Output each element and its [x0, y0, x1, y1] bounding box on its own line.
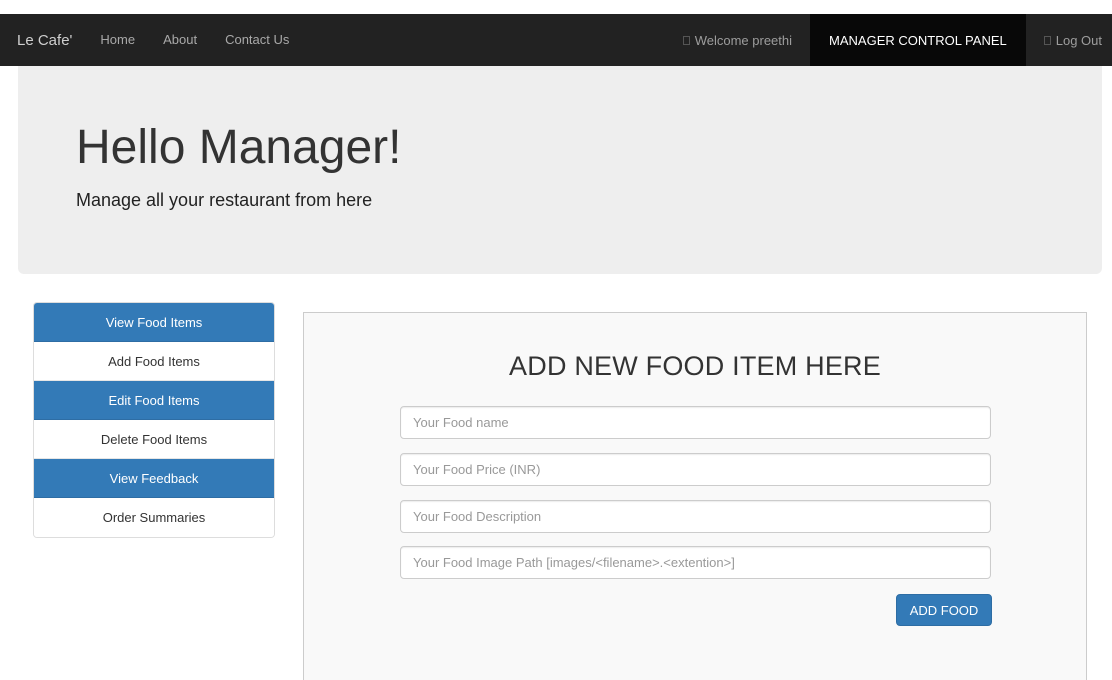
menu-item-label: Delete Food Items — [100, 431, 208, 447]
control-panel-label: MANAGER CONTROL PANEL — [829, 32, 1007, 48]
food-price-input[interactable] — [400, 453, 991, 486]
manager-control-panel-link[interactable]: MANAGER CONTROL PANEL — [810, 14, 1026, 66]
nav-about-link[interactable]: About — [149, 14, 211, 66]
manager-side-menu: View Food Items Add Food Items Edit Food… — [33, 302, 275, 538]
add-food-form-panel: ADD NEW FOOD ITEM HERE ADD FOOD — [303, 312, 1087, 680]
food-name-input[interactable] — [400, 406, 991, 439]
menu-view-food-items[interactable]: View Food Items — [34, 303, 274, 342]
menu-add-food-items[interactable]: Add Food Items — [34, 342, 274, 381]
menu-item-label: Edit Food Items — [108, 392, 200, 408]
menu-view-feedback[interactable]: View Feedback — [34, 459, 274, 498]
brand-link[interactable]: Le Cafe' — [17, 32, 72, 49]
nav-right-group: Welcome preethi MANAGER CONTROL PANEL Lo… — [673, 14, 1112, 66]
food-description-input[interactable] — [400, 500, 991, 533]
add-food-button[interactable]: ADD FOOD — [896, 594, 992, 626]
page-title: Hello Manager! — [76, 121, 402, 174]
form-heading: ADD NEW FOOD ITEM HERE — [509, 351, 881, 381]
logout-icon — [1043, 35, 1051, 45]
nav-contact-link[interactable]: Contact Us — [211, 14, 303, 66]
menu-item-label: Order Summaries — [102, 510, 206, 525]
user-icon — [682, 35, 690, 45]
page-subtitle: Manage all your restaurant from here — [76, 190, 373, 210]
top-navbar: Le Cafe' Home About Contact Us Welcome p… — [0, 14, 1112, 66]
menu-item-label: View Food Items — [105, 314, 203, 330]
food-image-path-input[interactable] — [400, 546, 991, 579]
logout-label: Log Out — [1055, 32, 1102, 48]
logout-link[interactable]: Log Out — [1034, 14, 1112, 66]
welcome-user-link[interactable]: Welcome preethi — [673, 14, 802, 66]
menu-order-summaries[interactable]: Order Summaries — [34, 498, 274, 537]
jumbotron: Hello Manager! Manage all your restauran… — [18, 66, 1102, 274]
menu-item-label: View Feedback — [109, 470, 199, 486]
nav-links: Home About Contact Us — [86, 14, 303, 66]
menu-edit-food-items[interactable]: Edit Food Items — [34, 381, 274, 420]
welcome-text: Welcome preethi — [694, 32, 793, 48]
menu-delete-food-items[interactable]: Delete Food Items — [34, 420, 274, 459]
menu-item-label: Add Food Items — [108, 353, 200, 369]
page: Le Cafe' Home About Contact Us Welcome p… — [0, 0, 1112, 680]
nav-home-link[interactable]: Home — [86, 14, 149, 66]
